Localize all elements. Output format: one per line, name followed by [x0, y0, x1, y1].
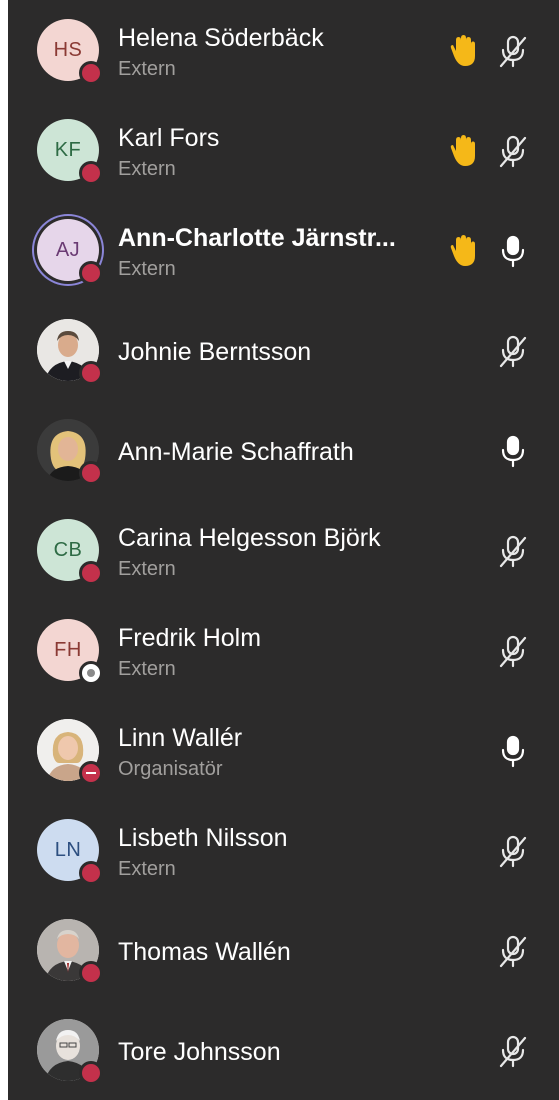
- participant-row[interactable]: FH Fredrik Holm Extern: [8, 600, 559, 700]
- avatar: [37, 319, 103, 385]
- participant-role: Extern: [118, 658, 176, 680]
- participant-name: Johnie Berntsson: [118, 338, 312, 366]
- participant-row[interactable]: Tore Johnsson: [8, 1000, 559, 1100]
- presence-busy-icon: [79, 961, 103, 985]
- muted-icon[interactable]: [498, 534, 528, 568]
- avatar: [37, 1019, 103, 1085]
- participant-role: Extern: [118, 258, 176, 280]
- avatar-initials: LN: [54, 838, 82, 861]
- raised-hand-icon: [450, 235, 475, 266]
- mic-on-icon[interactable]: [498, 434, 528, 468]
- avatar: CB: [37, 519, 103, 585]
- participant-row[interactable]: HS Helena Söderbäck Extern: [8, 0, 559, 100]
- avatar: [37, 419, 103, 485]
- participant-name: Thomas Wallén: [118, 938, 291, 966]
- muted-icon[interactable]: [498, 334, 528, 368]
- presence-dnd-icon: [79, 761, 103, 785]
- presence-busy-icon: [79, 861, 103, 885]
- presence-busy-icon: [79, 1061, 103, 1085]
- avatar: FH: [37, 619, 103, 685]
- muted-icon[interactable]: [498, 934, 528, 968]
- muted-icon[interactable]: [498, 634, 528, 668]
- participant-name: Karl Fors: [118, 124, 220, 152]
- avatar-initials: FH: [54, 638, 82, 661]
- participant-row[interactable]: Thomas Wallén: [8, 900, 559, 1000]
- participant-row[interactable]: KF Karl Fors Extern: [8, 100, 559, 200]
- participant-name: Carina Helgesson Björk: [118, 524, 381, 552]
- participant-row[interactable]: Ann-Marie Schaffrath: [8, 400, 559, 500]
- presence-busy-icon: [79, 561, 103, 585]
- presence-busy-icon: [79, 461, 103, 485]
- participant-row[interactable]: LN Lisbeth Nilsson Extern: [8, 800, 559, 900]
- participant-row[interactable]: Johnie Berntsson: [8, 300, 559, 400]
- presence-busy-icon: [79, 161, 103, 185]
- presence-busy-icon: [79, 361, 103, 385]
- participant-name: Helena Söderbäck: [118, 24, 324, 52]
- muted-icon[interactable]: [498, 134, 528, 168]
- participant-name: Fredrik Holm: [118, 624, 262, 652]
- participant-row[interactable]: AJ Ann-Charlotte Järnstr... Extern: [8, 200, 559, 300]
- avatar: [37, 719, 103, 785]
- avatar-initials: CB: [53, 538, 83, 561]
- participant-name: Linn Wallér: [118, 724, 243, 752]
- avatar-initials: HS: [53, 38, 83, 61]
- participant-role: Extern: [118, 558, 176, 580]
- avatar-initials: KF: [54, 138, 82, 161]
- mic-on-icon[interactable]: [498, 734, 528, 768]
- participant-role: Extern: [118, 58, 176, 80]
- avatar: [37, 919, 103, 985]
- participant-role: Extern: [118, 858, 176, 880]
- participant-name: Ann-Charlotte Järnstr...: [118, 224, 396, 252]
- mic-on-icon[interactable]: [498, 234, 528, 268]
- presence-busy-icon: [79, 61, 103, 85]
- muted-icon[interactable]: [498, 34, 528, 68]
- participant-name: Ann-Marie Schaffrath: [118, 438, 354, 466]
- participant-name: Lisbeth Nilsson: [118, 824, 288, 852]
- avatar-initials: AJ: [55, 238, 81, 261]
- participant-row[interactable]: Linn Wallér Organisatör: [8, 700, 559, 800]
- participant-list: HS Helena Söderbäck Extern KF Karl Fors …: [8, 0, 559, 1100]
- participant-name: Tore Johnsson: [118, 1038, 281, 1066]
- presence-busy-icon: [79, 261, 103, 285]
- participant-row[interactable]: CB Carina Helgesson Björk Extern: [8, 500, 559, 600]
- raised-hand-icon: [450, 135, 475, 166]
- presence-offline-icon: [79, 661, 103, 685]
- avatar: HS: [37, 19, 103, 85]
- raised-hand-icon: [450, 35, 475, 66]
- participant-role: Organisatör: [118, 758, 223, 780]
- participant-role: Extern: [118, 158, 176, 180]
- avatar: KF: [37, 119, 103, 185]
- avatar: AJ: [37, 219, 103, 285]
- muted-icon[interactable]: [498, 1034, 528, 1068]
- avatar: LN: [37, 819, 103, 885]
- muted-icon[interactable]: [498, 834, 528, 868]
